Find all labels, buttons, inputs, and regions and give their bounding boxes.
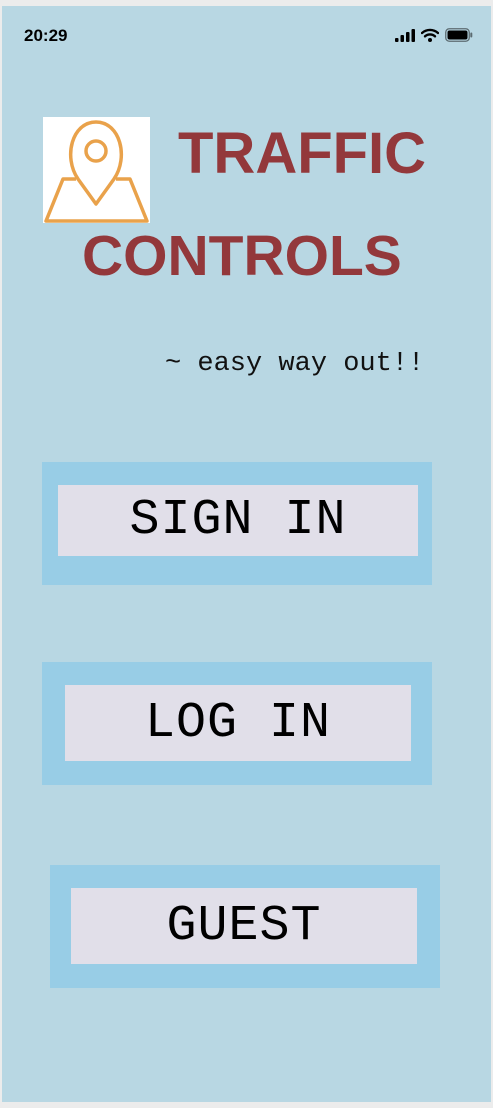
log-in-button[interactable]: LOG IN <box>65 685 411 761</box>
app-title-line-2: CONTROLS <box>82 224 402 288</box>
app-title-line-1: TRAFFIC <box>178 121 427 186</box>
wifi-icon <box>420 28 440 47</box>
battery-icon <box>445 28 473 47</box>
signal-bars-icon <box>395 28 415 47</box>
log-in-button-frame: LOG IN <box>42 662 432 785</box>
sign-in-button-frame: SIGN IN <box>42 462 432 585</box>
sign-in-button[interactable]: SIGN IN <box>58 485 418 556</box>
tagline: ~ easy way out!! <box>165 349 425 379</box>
guest-button[interactable]: GUEST <box>71 888 417 964</box>
app-screen: 20:29 TRAFFIC CONTROLS ~ easy way out!! … <box>2 6 491 1102</box>
app-logo <box>43 117 150 223</box>
guest-button-frame: GUEST <box>50 865 440 988</box>
status-time: 20:29 <box>24 26 68 45</box>
status-icons <box>395 28 473 47</box>
